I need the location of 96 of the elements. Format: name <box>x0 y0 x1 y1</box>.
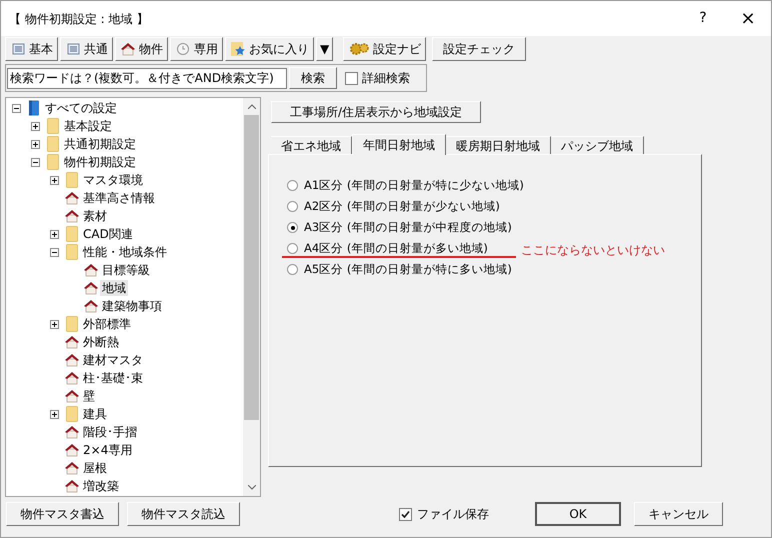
radio-button[interactable] <box>287 264 298 275</box>
window-title: 【 物件初期設定 : 地域 】 <box>9 10 150 28</box>
toolbar-button[interactable]: 設定チェック <box>432 36 526 60</box>
house-icon <box>64 209 80 223</box>
tree-item[interactable]: 建材マスタ <box>81 352 145 368</box>
toolbar-button[interactable]: ▼ <box>316 36 334 60</box>
search-button[interactable]: 検索 <box>289 67 337 89</box>
tree-item[interactable]: すべての設定 <box>43 100 119 116</box>
tab[interactable]: 年間日射地域 <box>352 134 446 155</box>
checkbox[interactable] <box>345 72 358 84</box>
annotation-text: ここにならないといけない <box>521 242 665 259</box>
collapse-icon[interactable] <box>12 104 20 112</box>
radio-label: A5区分 (年間の日射量が特に多い地域) <box>304 262 512 277</box>
expand-icon[interactable] <box>50 230 58 238</box>
tab[interactable]: パッシブ地域 <box>551 136 644 154</box>
tree-item[interactable]: 素材 <box>81 208 109 224</box>
help-button[interactable]: ? <box>681 8 725 29</box>
radio-label: A1区分 (年間の日射量が特に少ない地域) <box>304 178 524 193</box>
master-button[interactable]: 物件マスタ読込 <box>127 502 240 526</box>
radio-label: A3区分 (年間の日射量が中程度の地域) <box>304 220 512 235</box>
toolbar-button[interactable]: 共通 <box>60 36 113 60</box>
house-icon <box>64 389 80 403</box>
house-icon <box>120 42 136 56</box>
tree-item[interactable]: 性能・地域条件 <box>81 244 169 260</box>
tree-item[interactable]: CAD関連 <box>81 226 135 242</box>
tree-item[interactable]: 基準高さ情報 <box>81 190 157 206</box>
close-button[interactable]: × <box>725 5 771 32</box>
expand-icon[interactable] <box>30 140 40 148</box>
toolbar-button[interactable]: 専用 <box>170 36 223 60</box>
search-field[interactable]: 検索ワードは？(複数可。＆付きでAND検索文字) <box>7 68 287 88</box>
toolbar-button[interactable]: お気に入り <box>225 36 314 60</box>
folder-icon <box>66 244 78 260</box>
expand-icon[interactable] <box>50 320 58 328</box>
radio-button[interactable] <box>287 201 298 212</box>
checkbox-label: ファイル保存 <box>417 506 489 523</box>
ok-button[interactable]: OK <box>535 502 621 526</box>
collapse-icon[interactable] <box>30 158 40 166</box>
collapse-icon[interactable] <box>50 248 58 256</box>
book-icon <box>28 100 40 116</box>
house-icon <box>64 353 80 367</box>
tree-item[interactable]: 増改築 <box>81 478 121 494</box>
tree-item[interactable]: 建築物事項 <box>100 298 164 314</box>
tree-item[interactable]: 目標等級 <box>100 262 152 278</box>
tab[interactable]: 暖房期日射地域 <box>446 136 551 154</box>
house-icon <box>83 299 99 313</box>
tree-item[interactable]: 建具 <box>81 406 109 422</box>
expand-icon[interactable] <box>50 176 58 184</box>
radio-label: A2区分 (年間の日射量が少ない地域) <box>304 199 500 214</box>
tree-item[interactable]: 壁 <box>81 388 97 404</box>
toolbar-button[interactable]: 物件 <box>115 36 168 60</box>
tree-item[interactable]: 共通初期設定 <box>62 136 138 152</box>
tree-item[interactable]: 地域 <box>100 280 128 296</box>
tree-item[interactable]: 外部標準 <box>81 316 133 332</box>
checkbox-label: 詳細検索 <box>362 70 410 87</box>
tree-item[interactable]: 屋根 <box>81 460 109 476</box>
house-icon <box>64 479 80 493</box>
tab[interactable]: 省エネ地域 <box>271 136 352 154</box>
tree-item[interactable]: 外断熱 <box>81 334 121 350</box>
gear-icon <box>348 42 370 56</box>
tree-item[interactable]: マスタ環境 <box>81 172 145 188</box>
document-icon <box>10 42 26 56</box>
folder-icon <box>66 316 78 332</box>
radio-button[interactable] <box>287 180 298 191</box>
house-icon <box>64 425 80 439</box>
house-icon <box>64 461 80 475</box>
house-icon <box>83 281 99 295</box>
house-icon <box>64 443 80 457</box>
region-setting-button[interactable]: 工事場所/住居表示から地域設定 <box>271 101 481 123</box>
house-icon <box>64 191 80 205</box>
folder-icon <box>66 406 78 422</box>
radio-button[interactable] <box>287 243 298 254</box>
toolbar-button[interactable]: 設定ナビ <box>343 36 426 60</box>
house-icon <box>64 371 80 385</box>
master-button[interactable]: 物件マスタ書込 <box>6 502 119 526</box>
document-icon <box>65 42 81 56</box>
folder-icon <box>66 172 78 188</box>
tree-item[interactable]: 柱･基礎･束 <box>81 370 145 386</box>
house-icon <box>83 263 99 277</box>
folder-icon <box>66 226 78 242</box>
house-icon <box>64 335 80 349</box>
tree-item[interactable]: 基本設定 <box>62 118 114 134</box>
clock-icon <box>175 42 191 56</box>
expand-icon[interactable] <box>30 122 40 130</box>
radio-label: A4区分 (年間の日射量が多い地域) <box>304 241 488 256</box>
tree-item[interactable]: 物件初期設定 <box>62 154 138 170</box>
tree-item[interactable]: 2×4専用 <box>81 442 134 458</box>
expand-icon[interactable] <box>50 410 58 418</box>
scrollbar[interactable] <box>243 98 260 496</box>
toolbar-button[interactable]: 基本 <box>5 36 58 60</box>
tree-item[interactable]: 階段･手摺 <box>81 424 139 440</box>
folder-icon <box>47 136 59 152</box>
checkbox[interactable] <box>399 508 412 520</box>
cancel-button[interactable]: キャンセル <box>634 502 723 526</box>
folder-icon <box>47 154 59 170</box>
radio-button[interactable] <box>287 222 298 233</box>
folder-icon <box>47 118 59 134</box>
